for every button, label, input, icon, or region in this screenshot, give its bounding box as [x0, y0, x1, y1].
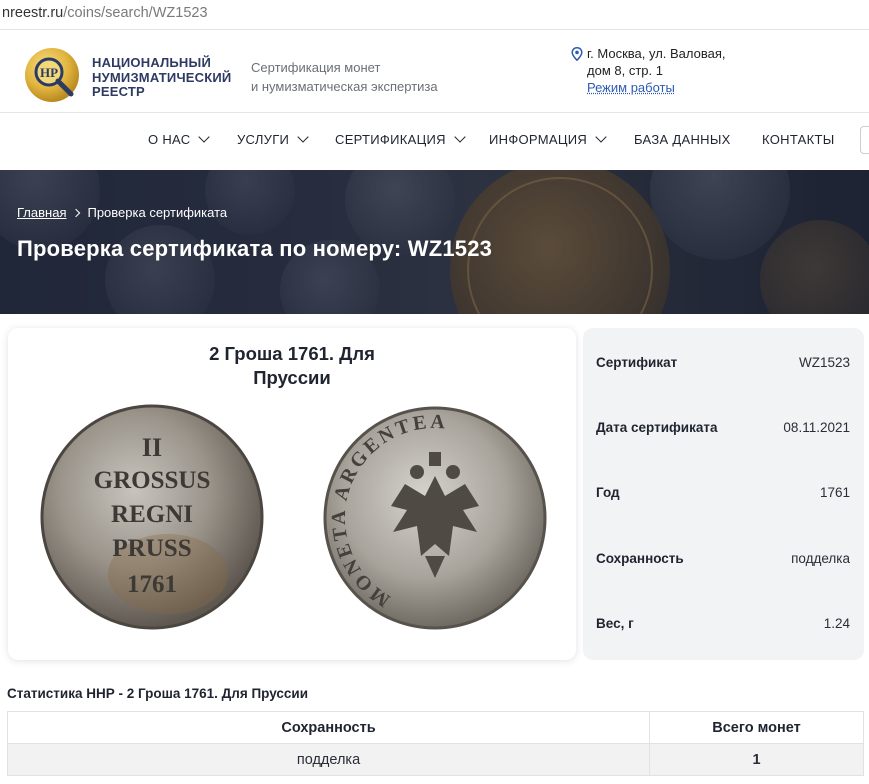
coin-title: 2 Гроша 1761. Для Пруссии [209, 343, 375, 388]
table-header-row: Сохранность Всего монет [7, 711, 864, 744]
table-cell-total: 1 [649, 743, 864, 776]
svg-text:1761: 1761 [127, 571, 177, 598]
column-header-condition: Сохранность [7, 711, 650, 744]
page-title: Проверка сертификата по номеру: WZ1523 [17, 236, 493, 261]
chevron-right-icon [72, 208, 81, 218]
svg-text:GROSSUS: GROSSUS [94, 467, 211, 494]
nav-item-information[interactable]: ИНФОРМАЦИЯ [489, 131, 607, 147]
address-bar[interactable]: nreestr.ru/coins/search/WZ1523 [0, 0, 869, 30]
cert-row-weight: Вес, г 1.24 [596, 616, 850, 631]
address-line: дом 8, стр. 1 [587, 63, 663, 78]
svg-text:НР: НР [40, 65, 58, 80]
breadcrumb: Главная Проверка сертификата [17, 205, 227, 220]
chevron-down-icon [198, 131, 211, 143]
site-header: НР НАЦИОНАЛЬНЫЙ НУМИЗМАТИЧЕСКИЙ РЕЕСТР С… [0, 31, 869, 113]
certificate-info-panel: Сертификат WZ1523 Дата сертификата 08.11… [583, 328, 864, 660]
certificate-number: WZ1523 [798, 355, 850, 370]
brand-name[interactable]: НАЦИОНАЛЬНЫЙ НУМИЗМАТИЧЕСКИЙ РЕЕСТР [92, 55, 231, 100]
chevron-down-icon [297, 131, 309, 143]
cert-row-date: Дата сертификата 08.11.2021 [596, 420, 850, 435]
hero-banner: Главная Проверка сертификата Проверка сер… [0, 170, 869, 314]
breadcrumb-current: Проверка сертификата [87, 205, 228, 220]
chevron-down-icon [454, 131, 466, 143]
cert-row-number: Сертификат WZ1523 [596, 355, 850, 370]
address-line: г. Москва, ул. Валовая, [587, 46, 726, 61]
table-row: подделка 1 [7, 743, 864, 776]
cert-row-year: Год 1761 [596, 485, 850, 500]
coin-reverse-image[interactable]: MONETA ARGENTEA [321, 406, 549, 630]
main-nav: О НАС УСЛУГИ СЕРТИФИКАЦИЯ ИНФОРМАЦИЯ БАЗ… [0, 114, 869, 170]
breadcrumb-home-link[interactable]: Главная [17, 205, 66, 220]
column-header-total: Всего монет [649, 711, 864, 744]
cert-row-condition: Сохранность подделка [596, 551, 850, 566]
url-text[interactable]: nreestr.ru/coins/search/WZ1523 [2, 5, 208, 21]
svg-text:REGNI: REGNI [111, 501, 193, 528]
stats-table: Сохранность Всего монет подделка 1 [7, 711, 864, 776]
working-hours-link[interactable]: Режим работы [587, 80, 675, 97]
coin-card: 2 Гроша 1761. Для Пруссии II GROSSUS REG… [8, 328, 576, 660]
nav-item-about[interactable]: О НАС [148, 131, 211, 147]
certificate-date: 08.11.2021 [783, 420, 850, 435]
location-pin-icon [571, 47, 583, 61]
coin-year: 1761 [819, 485, 850, 500]
nav-item-certification[interactable]: СЕРТИФИКАЦИЯ [335, 131, 466, 147]
svg-text:PRUSS: PRUSS [112, 535, 191, 562]
nav-item-database[interactable]: БАЗА ДАННЫХ [634, 132, 731, 147]
search-button[interactable] [860, 126, 869, 154]
coin-obverse-image[interactable]: II GROSSUS REGNI PRUSS 1761 [38, 404, 266, 630]
stats-title: Статистика ННР - 2 Гроша 1761. Для Прусс… [7, 686, 309, 701]
nav-item-contacts[interactable]: КОНТАКТЫ [762, 132, 835, 147]
coin-weight: 1.24 [823, 616, 850, 631]
nav-item-services[interactable]: УСЛУГИ [237, 131, 309, 147]
coin-condition: подделка [791, 551, 850, 566]
nnr-magnifier-logo-icon[interactable]: НР [24, 47, 84, 107]
tagline: Сертификация монет и нумизматическая экс… [251, 60, 438, 94]
table-cell-condition: подделка [7, 743, 650, 776]
chevron-down-icon [595, 131, 607, 143]
svg-text:II: II [142, 433, 162, 462]
